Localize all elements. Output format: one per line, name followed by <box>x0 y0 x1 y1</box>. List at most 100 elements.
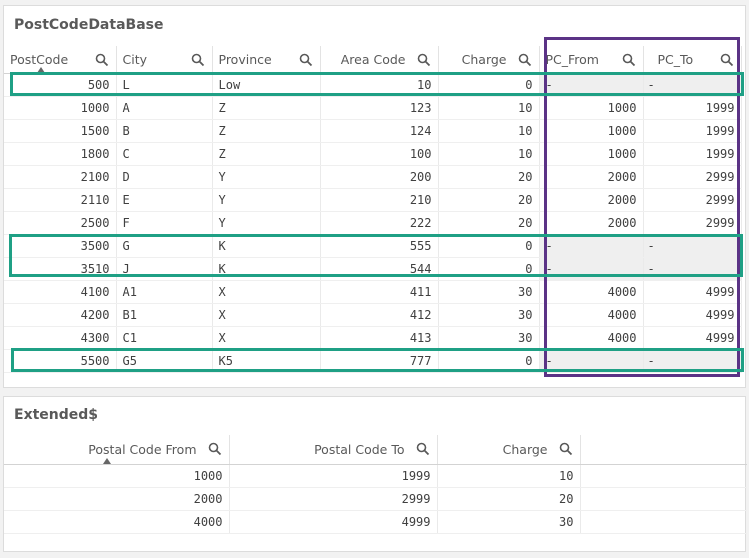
column-header-postcode[interactable]: PostCode <box>4 46 117 74</box>
cell-charge[interactable]: 0 <box>438 73 540 97</box>
table-row[interactable]: 5500 G5 K5 777 0- - <box>4 349 742 373</box>
cell-area-code[interactable]: 412 <box>320 303 439 327</box>
cell-area-code[interactable]: 222 <box>320 211 439 235</box>
cell-province[interactable]: Low <box>212 73 321 97</box>
cell-area-code[interactable]: 555 <box>320 234 439 258</box>
cell-area-code[interactable]: 123 <box>320 96 439 120</box>
cell-postcode[interactable]: 1800 <box>4 142 117 166</box>
cell-postcode[interactable]: 1500 <box>4 119 117 143</box>
cell-city[interactable]: D <box>116 165 213 189</box>
table-row[interactable]: 1800 C Z 100 10 1000 1999 <box>4 142 742 166</box>
cell-charge[interactable]: 30 <box>438 326 540 350</box>
cell-postcode[interactable]: 1000 <box>4 96 117 120</box>
cell-pc-from[interactable]: - <box>539 349 644 373</box>
table-row[interactable]: 1500 B Z 124 10 1000 1999 <box>4 119 742 143</box>
cell-pc-to[interactable]: 4999 <box>643 303 742 327</box>
cell-pc-from[interactable]: 2000 <box>539 165 644 189</box>
cell-area-code[interactable]: 100 <box>320 142 439 166</box>
search-icon[interactable] <box>417 53 431 67</box>
cell-postcode[interactable]: 3510 <box>4 257 117 281</box>
cell-pc-to[interactable]: 2999 <box>643 211 742 235</box>
cell-province[interactable]: X <box>212 303 321 327</box>
cell-pc-to[interactable]: 2999 <box>643 188 742 212</box>
cell-postcode[interactable]: 2100 <box>4 165 117 189</box>
table-row[interactable]: 1000 1999 10 <box>4 464 747 488</box>
search-icon[interactable] <box>559 442 573 456</box>
cell-charge[interactable]: 20 <box>438 165 540 189</box>
cell-charge[interactable]: 20 <box>437 487 581 511</box>
cell-area-code[interactable]: 413 <box>320 326 439 350</box>
table-row[interactable]: 2500 F Y 222 20 2000 2999 <box>4 211 742 235</box>
cell-province[interactable]: X <box>212 280 321 304</box>
cell-area-code[interactable]: 411 <box>320 280 439 304</box>
cell-province[interactable]: Z <box>212 142 321 166</box>
search-icon[interactable] <box>299 53 313 67</box>
table-row[interactable]: 1000 A Z 123 10 1000 1999 <box>4 96 742 120</box>
table-row[interactable]: 4300 C1 X 413 30 4000 4999 <box>4 326 742 350</box>
column-header-charge[interactable]: Charge <box>438 46 540 74</box>
cell-pc-to[interactable]: 4999 <box>643 326 742 350</box>
cell-postcode[interactable]: 500 <box>4 73 117 97</box>
cell-province[interactable]: K <box>212 257 321 281</box>
cell-pc-from[interactable]: 1000 <box>539 96 644 120</box>
cell-charge[interactable]: 20 <box>438 188 540 212</box>
cell-pc-to[interactable]: 1999 <box>643 119 742 143</box>
cell-city[interactable]: G5 <box>116 349 213 373</box>
cell-area-code[interactable]: 10 <box>320 73 439 97</box>
cell-pc-from[interactable]: 2000 <box>539 211 644 235</box>
cell-province[interactable]: Y <box>212 165 321 189</box>
table-row[interactable]: 2100 D Y 200 20 2000 2999 <box>4 165 742 189</box>
cell-postal-code-to[interactable]: 2999 <box>229 487 438 511</box>
cell-postcode[interactable]: 4300 <box>4 326 117 350</box>
table-row[interactable]: 3510 J K 544 0- - <box>4 257 742 281</box>
cell-city[interactable]: B <box>116 119 213 143</box>
cell-city[interactable]: E <box>116 188 213 212</box>
column-header-area-code[interactable]: Area Code <box>320 46 439 74</box>
cell-pc-from[interactable]: 4000 <box>539 303 644 327</box>
cell-pc-from[interactable]: - <box>539 257 644 281</box>
cell-pc-to[interactable]: 4999 <box>643 280 742 304</box>
cell-charge[interactable]: 10 <box>438 142 540 166</box>
cell-postcode[interactable]: 2500 <box>4 211 117 235</box>
cell-pc-to[interactable]: - <box>643 257 742 281</box>
cell-city[interactable]: C1 <box>116 326 213 350</box>
cell-province[interactable]: Z <box>212 96 321 120</box>
search-icon[interactable] <box>208 442 222 456</box>
cell-charge[interactable]: 0 <box>438 234 540 258</box>
cell-pc-from[interactable]: 2000 <box>539 188 644 212</box>
cell-city[interactable]: A1 <box>116 280 213 304</box>
table-row[interactable]: 4000 4999 30 <box>4 510 747 534</box>
cell-postcode[interactable]: 3500 <box>4 234 117 258</box>
cell-charge[interactable]: 0 <box>438 349 540 373</box>
cell-area-code[interactable]: 210 <box>320 188 439 212</box>
cell-province[interactable]: Z <box>212 119 321 143</box>
cell-pc-to[interactable]: - <box>643 349 742 373</box>
table-row[interactable]: 2000 2999 20 <box>4 487 747 511</box>
cell-city[interactable]: B1 <box>116 303 213 327</box>
cell-charge[interactable]: 30 <box>438 280 540 304</box>
cell-pc-from[interactable]: 4000 <box>539 280 644 304</box>
cell-charge[interactable]: 10 <box>437 464 581 488</box>
cell-city[interactable]: A <box>116 96 213 120</box>
cell-charge[interactable]: 0 <box>438 257 540 281</box>
cell-pc-from[interactable]: 4000 <box>539 326 644 350</box>
column-header-postal-code-to[interactable]: Postal Code To <box>229 435 438 465</box>
table-row[interactable]: 4200 B1 X 412 30 4000 4999 <box>4 303 742 327</box>
cell-area-code[interactable]: 777 <box>320 349 439 373</box>
search-icon[interactable] <box>416 442 430 456</box>
cell-pc-to[interactable]: - <box>643 73 742 97</box>
cell-postcode[interactable]: 2110 <box>4 188 117 212</box>
cell-province[interactable]: K <box>212 234 321 258</box>
table-row[interactable]: 500 L Low 10 0- - <box>4 73 742 97</box>
column-header-pc-to[interactable]: PC_To <box>643 46 742 74</box>
table-row[interactable]: 2110 E Y 210 20 2000 2999 <box>4 188 742 212</box>
cell-postcode[interactable]: 4200 <box>4 303 117 327</box>
cell-pc-from[interactable]: 1000 <box>539 119 644 143</box>
cell-charge[interactable]: 30 <box>438 303 540 327</box>
cell-charge[interactable]: 10 <box>438 119 540 143</box>
cell-province[interactable]: X <box>212 326 321 350</box>
search-icon[interactable] <box>518 53 532 67</box>
cell-charge[interactable]: 20 <box>438 211 540 235</box>
cell-pc-to[interactable]: 1999 <box>643 142 742 166</box>
table-row[interactable]: 4100 A1 X 411 30 4000 4999 <box>4 280 742 304</box>
